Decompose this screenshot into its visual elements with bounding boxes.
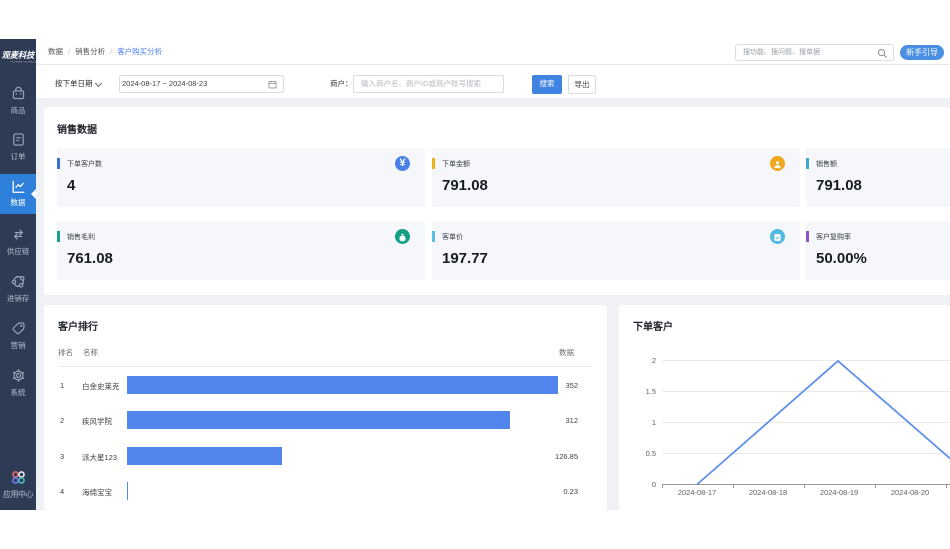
svg-text:2: 2 [652, 356, 656, 365]
svg-text:2024-08-20: 2024-08-20 [891, 488, 929, 497]
svg-text:0: 0 [652, 480, 656, 489]
svg-text:1: 1 [652, 418, 656, 427]
svg-text:1.5: 1.5 [646, 387, 656, 396]
svg-text:0.5: 0.5 [646, 449, 656, 458]
svg-text:2024-08-17: 2024-08-17 [678, 488, 716, 497]
svg-text:2024-08-19: 2024-08-19 [820, 488, 858, 497]
svg-text:2024-08-18: 2024-08-18 [749, 488, 787, 497]
